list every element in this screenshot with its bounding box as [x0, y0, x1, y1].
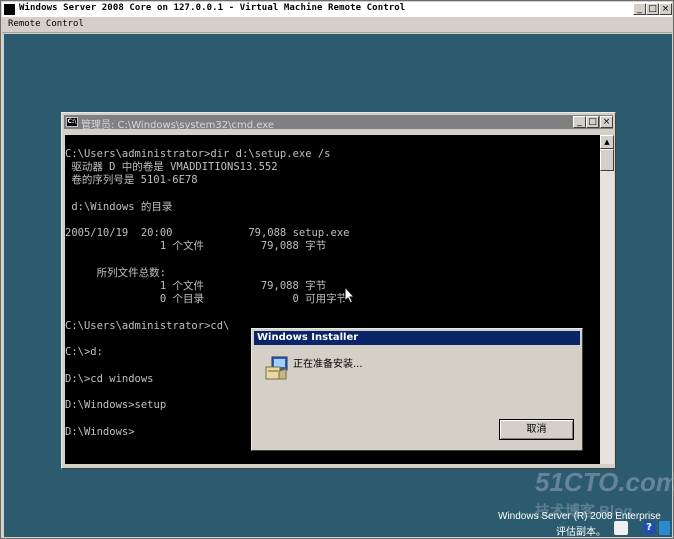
outer-minimize-button[interactable]: _ [633, 3, 646, 15]
console-line: 卷的序列号是 5101-6E78 [65, 174, 198, 186]
console-line: 1 个文件 79,088 字节 [65, 280, 327, 292]
console-line: 0 个目录 0 可用字节 [65, 293, 348, 305]
outer-maximize-button[interactable]: □ [646, 3, 659, 15]
installer-title-bar[interactable]: Windows Installer [254, 331, 580, 345]
menu-bar: Remote Control [2, 17, 672, 33]
cmd-app-icon: C:\ [66, 117, 78, 127]
cmd-vertical-scrollbar[interactable]: ▲ [600, 135, 614, 464]
cmd-title-bar[interactable]: C:\ 管理员: C:\Windows\system32\cmd.exe _ □… [64, 115, 613, 131]
tray-keyboard-icon[interactable] [614, 521, 628, 535]
watermark-site: 51CTO.com [535, 467, 674, 497]
cmd-window-title: 管理员: C:\Windows\system32\cmd.exe [81, 120, 275, 131]
console-line: 1 个文件 79,088 字节 [65, 240, 327, 252]
vm-app-icon [4, 4, 15, 15]
installer-title: Windows Installer [257, 332, 359, 343]
cmd-maximize-button[interactable]: □ [586, 116, 599, 128]
remote-control-window: Windows Server 2008 Core on 127.0.0.1 - … [0, 0, 674, 539]
console-line: D:\Windows>setup [65, 399, 167, 411]
scroll-up-button[interactable]: ▲ [600, 135, 614, 149]
outer-close-button[interactable]: × [659, 3, 672, 15]
windows-installer-dialog: Windows Installer 正在准备安装... 取消 [251, 328, 583, 451]
eval-copy-text: 评估副本。 [556, 527, 606, 538]
cancel-button[interactable]: 取消 [499, 419, 574, 440]
installer-package-icon [265, 356, 288, 380]
mouse-cursor-icon [344, 286, 356, 304]
console-line: d:\Windows 的目录 [65, 201, 173, 213]
console-line: C:\Users\administrator>cd\ [65, 320, 230, 332]
cmd-close-button[interactable]: × [600, 116, 613, 128]
console-line: C:\>d: [65, 346, 103, 358]
console-line: D:\>cd windows [65, 373, 154, 385]
outer-title-bar[interactable]: Windows Server 2008 Core on 127.0.0.1 - … [2, 2, 672, 17]
console-line: 2005/10/19 20:00 79,088 setup.exe [65, 227, 350, 239]
installer-message: 正在准备安装... [293, 359, 363, 370]
cmd-minimize-button[interactable]: _ [573, 116, 586, 128]
console-line: 驱动器 D 中的卷是 VMADDITIONS13.552 [65, 161, 278, 173]
scroll-thumb[interactable] [600, 149, 614, 171]
console-line: D:\Windows> [65, 426, 135, 438]
os-edition-text: Windows Server (R) 2008 Enterprise [498, 511, 661, 522]
tray-network-icon[interactable] [659, 521, 670, 535]
outer-window-title: Windows Server 2008 Core on 127.0.0.1 - … [19, 3, 406, 13]
menu-remote-control[interactable]: Remote Control [8, 19, 84, 29]
console-line: 所列文件总数: [65, 267, 166, 279]
console-line: C:\Users\administrator>dir d:\setup.exe … [65, 148, 331, 160]
tray-help-icon[interactable]: ? [642, 521, 656, 535]
